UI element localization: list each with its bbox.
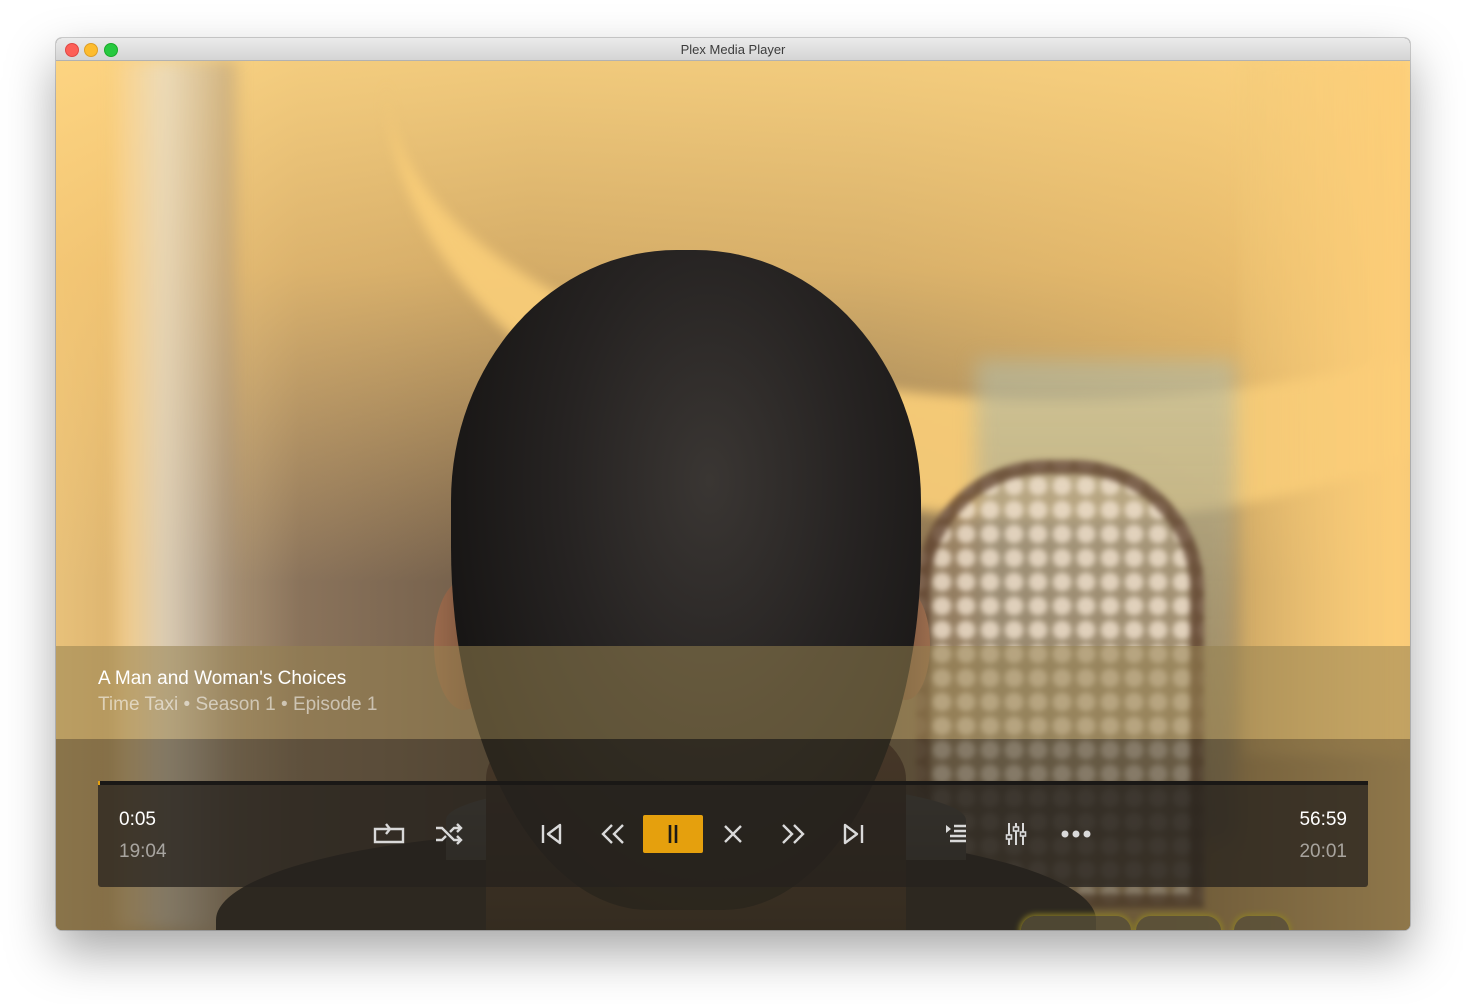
fast-forward-button[interactable] [763, 815, 823, 853]
stop-button[interactable] [703, 815, 763, 853]
more-button[interactable] [1046, 815, 1106, 853]
current-clock: 19:04 [119, 841, 167, 862]
shuffle-icon [436, 823, 463, 845]
pause-button[interactable] [643, 815, 703, 853]
progress-fill [98, 781, 100, 785]
playlist-button[interactable] [926, 815, 986, 853]
previous-button[interactable] [522, 815, 582, 853]
sliders-icon [1005, 823, 1027, 845]
rewind-button[interactable] [583, 815, 643, 853]
video-frame[interactable]: A Man and Woman's Choices Time Taxi • Se… [56, 60, 1410, 930]
end-clock: 20:01 [1299, 841, 1347, 862]
media-info-panel: A Man and Woman's Choices Time Taxi • Se… [56, 646, 1410, 739]
skip-previous-icon [541, 823, 562, 845]
repeat-button[interactable] [359, 815, 419, 853]
rewind-icon [601, 824, 624, 844]
elapsed-time: 0:05 [119, 809, 156, 830]
skip-next-icon [843, 823, 864, 845]
window-title: Plex Media Player [680, 42, 786, 57]
fast-forward-icon [782, 824, 805, 844]
shuffle-button[interactable] [419, 815, 479, 853]
playlist-icon [946, 824, 966, 843]
pause-icon [668, 825, 678, 843]
audio-settings-button[interactable] [986, 815, 1046, 853]
media-title: A Man and Woman's Choices [98, 668, 347, 689]
media-subtitle: Time Taxi • Season 1 • Episode 1 [98, 694, 378, 715]
close-icon [724, 825, 742, 843]
app-window: Plex Media Player A Man and Woman's Choi… [56, 38, 1410, 930]
duration-time: 56:59 [1299, 809, 1347, 830]
next-button[interactable] [823, 815, 883, 853]
repeat-icon [373, 823, 405, 844]
title-bar: Plex Media Player [56, 38, 1410, 61]
player-controls-overlay: 0:05 19:04 56:59 20:01 [56, 739, 1410, 930]
more-horizontal-icon [1061, 830, 1091, 838]
control-bar: 0:05 19:04 56:59 20:01 [98, 781, 1368, 887]
progress-bar[interactable] [98, 781, 1368, 785]
